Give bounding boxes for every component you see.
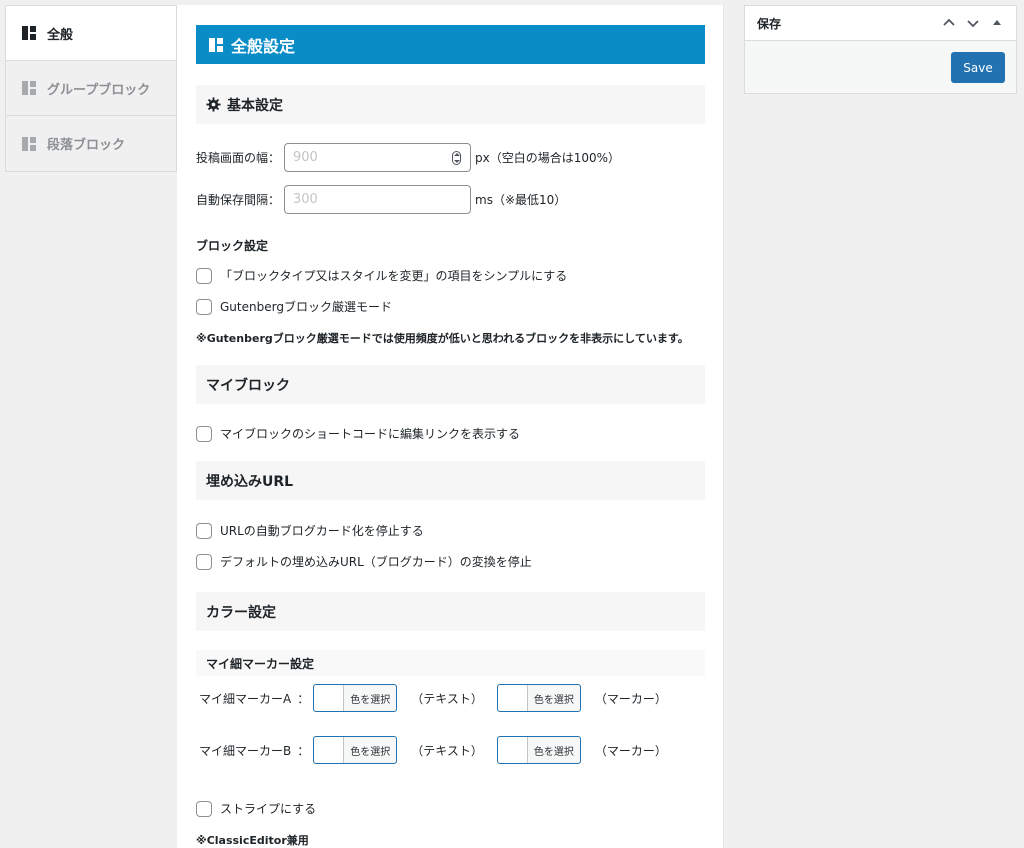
- autosave-placeholder: 300: [293, 192, 318, 207]
- section-title: カラー設定: [206, 604, 276, 621]
- marker-sep: ：: [297, 743, 310, 758]
- stripe-checkbox[interactable]: [196, 800, 212, 817]
- page-title-text: 全般設定: [231, 36, 296, 56]
- page-title: 全般設定: [196, 25, 705, 64]
- save-box-header: 保存: [745, 6, 1016, 41]
- sub-heading-text: マイ細マーカー設定: [206, 656, 315, 671]
- width-input[interactable]: 900: [284, 143, 472, 172]
- stripe-option: ストライプにする: [196, 800, 316, 817]
- save-box-title: 保存: [757, 16, 782, 31]
- tab-label: 段落ブロック: [47, 138, 126, 153]
- text-paren: （テキスト）: [411, 743, 483, 758]
- tab-label: 全般: [47, 27, 74, 43]
- marker-label: マイ細マーカーA: [199, 691, 292, 706]
- color-swatch: [497, 737, 528, 763]
- section-myblock: マイブロック: [196, 365, 705, 404]
- width-unit: px（空白の場合は100%）: [475, 151, 621, 165]
- myblock-edit-link-checkbox[interactable]: [196, 425, 212, 442]
- marker-paren: （マーカー）: [594, 691, 667, 706]
- marker-color-picker[interactable]: 色を選択: [496, 684, 581, 712]
- color-swatch: [497, 685, 528, 711]
- tab-general[interactable]: 全般: [6, 6, 176, 61]
- autosave-input[interactable]: 300: [284, 185, 472, 214]
- option-label: マイブロックのショートコードに編集リンクを表示する: [220, 427, 521, 441]
- text-color-picker[interactable]: 色を選択: [313, 736, 398, 764]
- color-picker-label: 色を選択: [350, 694, 391, 706]
- simple-style-option: 「ブロックタイプ又はスタイルを変更」の項目をシンプルにする: [196, 267, 567, 284]
- spinner-icon[interactable]: [452, 151, 462, 165]
- text-color-picker[interactable]: 色を選択: [313, 684, 398, 712]
- chevron-down-icon[interactable]: [966, 16, 980, 30]
- save-box: 保存 Save: [744, 5, 1017, 94]
- myblock-edit-link-option: マイブロックのショートコードに編集リンクを表示する: [196, 425, 520, 442]
- marker-color-picker[interactable]: 色を選択: [496, 736, 581, 764]
- strict-mode-note: ※Gutenbergブロック厳選モードでは使用頻度が低いと思われるブロックを非表…: [196, 332, 689, 345]
- blogcard-stop-checkbox[interactable]: [196, 522, 212, 539]
- option-label: ストライプにする: [220, 802, 317, 816]
- color-picker-label: 色を選択: [533, 694, 574, 706]
- marker-sub-heading: マイ細マーカー設定: [196, 650, 705, 676]
- color-swatch: [314, 737, 345, 763]
- section-basic-settings: 基本設定: [196, 85, 705, 124]
- block-layout-icon: [22, 81, 36, 95]
- marker-paren: （マーカー）: [594, 743, 667, 758]
- block-layout-icon: [22, 26, 36, 40]
- color-picker-label: 色を選択: [350, 746, 391, 758]
- autosave-unit: ms（※最低10）: [475, 193, 567, 207]
- simple-style-checkbox[interactable]: [196, 267, 212, 284]
- settings-tabs: 全般 グループブロック 段落ブロック: [5, 5, 177, 172]
- marker-b-row: マイ細マーカーB ： 色を選択 （テキスト） 色を選択 （マーカー）: [199, 736, 681, 764]
- tab-label: グループブロック: [47, 82, 151, 98]
- section-title: 埋め込みURL: [206, 473, 294, 490]
- marker-label: マイ細マーカーB: [199, 743, 292, 758]
- settings-panel: 全般設定 基本設定 投稿画面の幅： 900 px（空白の場合は100%） 自動保…: [177, 5, 724, 848]
- block-settings-label: ブロック設定: [196, 239, 269, 253]
- tab-paragraph-block[interactable]: 段落ブロック: [6, 116, 176, 171]
- text-paren: （テキスト）: [411, 691, 483, 706]
- gear-icon: [206, 97, 221, 112]
- option-label: 「ブロックタイプ又はスタイルを変更」の項目をシンプルにする: [220, 269, 568, 283]
- width-label: 投稿画面の幅：: [196, 151, 281, 165]
- option-label: URLの自動ブログカード化を停止する: [220, 524, 424, 538]
- strict-mode-option: Gutenbergブロック厳選モード: [196, 298, 392, 315]
- save-box-controls: [942, 16, 1004, 30]
- strict-mode-checkbox[interactable]: [196, 298, 212, 315]
- block-layout-icon: [209, 37, 223, 52]
- save-button[interactable]: Save: [951, 52, 1005, 83]
- default-embed-stop-checkbox[interactable]: [196, 553, 212, 570]
- color-picker-label: 色を選択: [533, 746, 574, 758]
- section-title: マイブロック: [206, 377, 290, 394]
- width-placeholder: 900: [293, 150, 318, 165]
- chevron-up-icon[interactable]: [942, 16, 956, 30]
- collapse-triangle-icon[interactable]: [990, 16, 1004, 30]
- classic-editor-note: ※ClassicEditor兼用: [196, 834, 309, 847]
- section-title: 基本設定: [227, 97, 283, 114]
- autosave-label: 自動保存間隔：: [196, 193, 281, 207]
- option-label: Gutenbergブロック厳選モード: [220, 300, 392, 314]
- marker-a-row: マイ細マーカーA ： 色を選択 （テキスト） 色を選択 （マーカー）: [199, 684, 681, 712]
- marker-sep: ：: [297, 691, 310, 706]
- default-embed-stop-option: デフォルトの埋め込みURL（ブログカード）の変換を停止: [196, 553, 532, 570]
- autosave-row: 自動保存間隔： 300 ms（※最低10）: [196, 185, 566, 214]
- tab-group-block[interactable]: グループブロック: [6, 61, 176, 116]
- width-row: 投稿画面の幅： 900 px（空白の場合は100%）: [196, 143, 620, 172]
- blogcard-stop-option: URLの自動ブログカード化を停止する: [196, 522, 424, 539]
- color-swatch: [314, 685, 345, 711]
- option-label: デフォルトの埋め込みURL（ブログカード）の変換を停止: [220, 555, 532, 569]
- section-color-settings: カラー設定: [196, 592, 705, 631]
- block-layout-icon: [22, 136, 36, 151]
- section-embed-url: 埋め込みURL: [196, 461, 705, 500]
